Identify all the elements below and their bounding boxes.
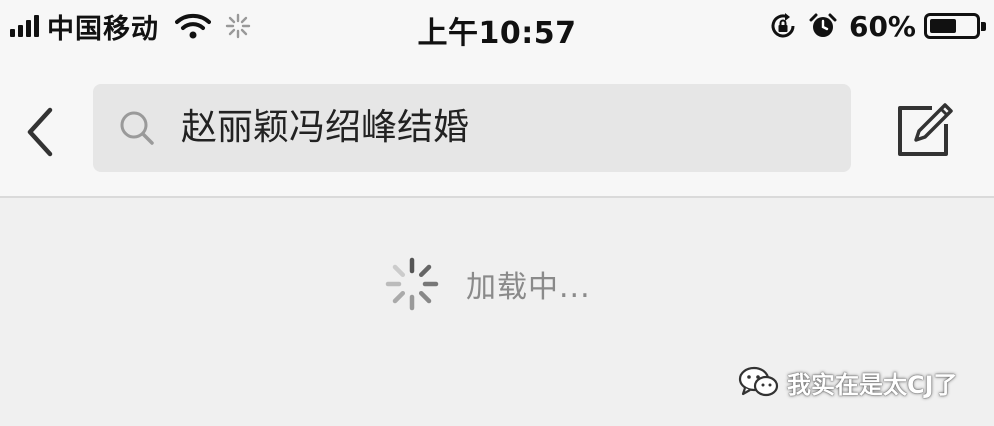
loading-text: 加载中... — [466, 270, 591, 305]
status-right: 60% — [769, 9, 986, 43]
watermark: 我实在是太CJ了 — [737, 362, 958, 402]
status-bar: 中国移动 上午10:57 60% — [0, 0, 994, 54]
spinner-icon — [385, 257, 439, 311]
search-input[interactable]: 赵丽颖冯绍峰结婚 — [93, 84, 851, 172]
search-query: 赵丽颖冯绍峰结婚 — [181, 107, 470, 148]
compose-icon[interactable] — [892, 98, 956, 162]
battery-fill — [930, 19, 956, 33]
loading-indicator: 加载中... — [384, 256, 591, 312]
battery-percent: 60% — [848, 9, 916, 43]
battery-icon — [924, 13, 986, 39]
search-header: 赵丽颖冯绍峰结婚 — [0, 54, 994, 198]
search-icon — [120, 111, 154, 145]
screen: 中国移动 上午10:57 60% 赵丽颖冯绍峰结婚 加载中... 我实在是太CJ… — [0, 0, 994, 426]
chevron-left-icon[interactable] — [20, 104, 62, 160]
wechat-icon — [738, 366, 779, 397]
results-area: 加载中... 我实在是太CJ了 — [0, 198, 994, 426]
alarm-icon — [809, 13, 837, 37]
rotation-lock-icon — [771, 13, 795, 38]
watermark-text: 我实在是太CJ了 — [787, 370, 958, 399]
